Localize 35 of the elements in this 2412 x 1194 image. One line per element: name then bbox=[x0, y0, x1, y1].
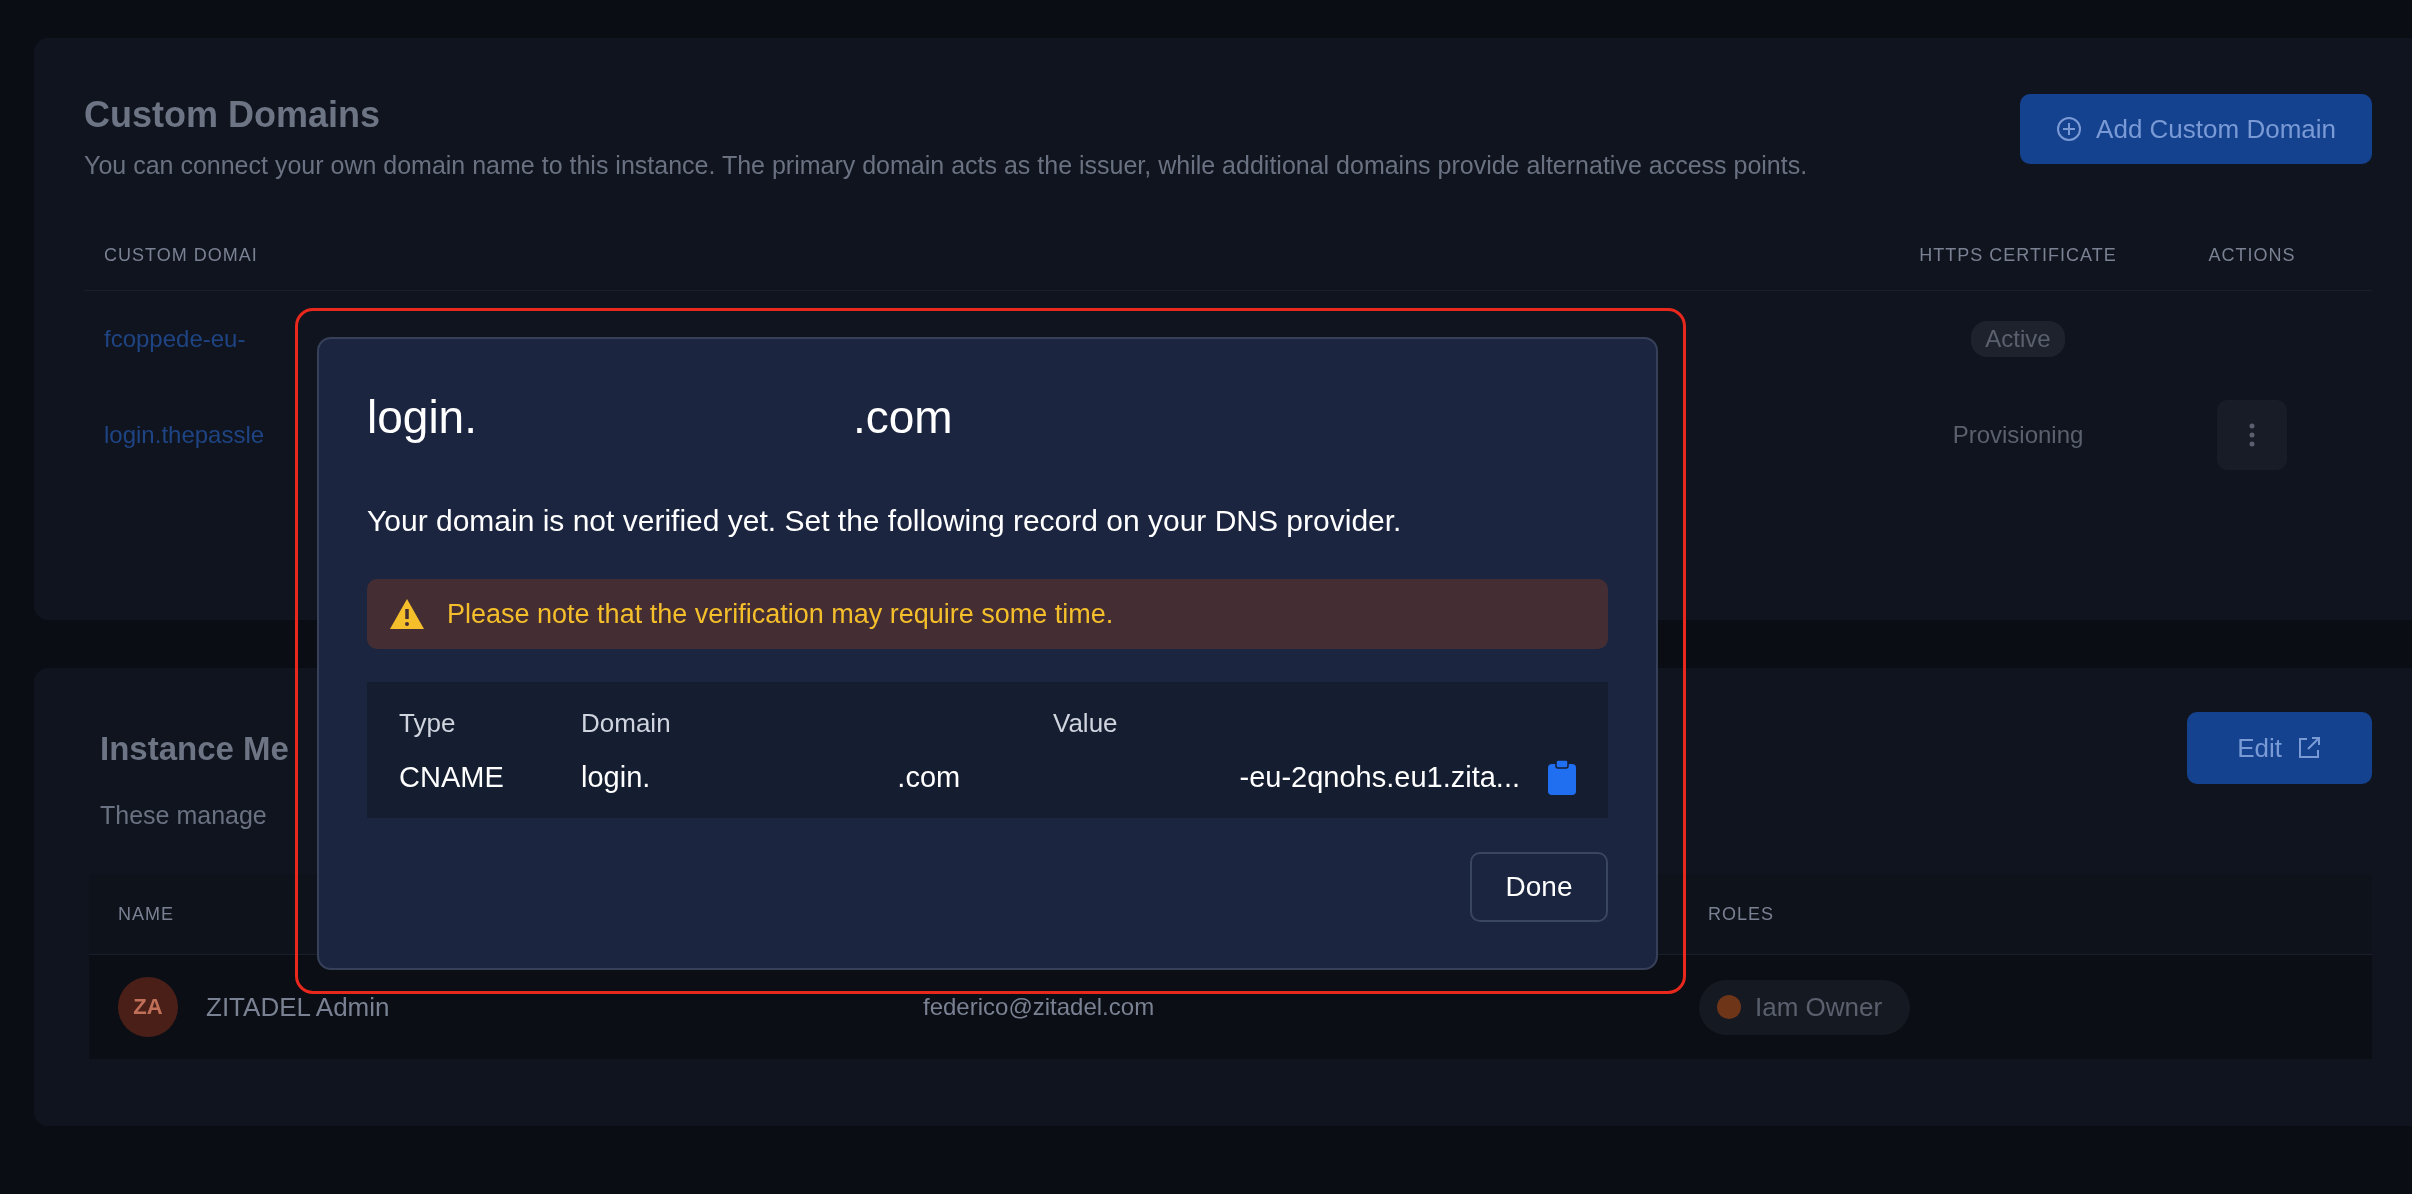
warning-text: Please note that the verification may require some time. bbox=[447, 598, 1114, 630]
kebab-icon bbox=[2249, 423, 2255, 447]
add-domain-button[interactable]: Add Custom Domain bbox=[2020, 94, 2372, 164]
role-dot-icon bbox=[1717, 995, 1741, 1019]
section-title: Instance Me bbox=[100, 730, 289, 768]
edit-icon bbox=[2296, 735, 2322, 761]
status-text: Provisioning bbox=[1952, 421, 2084, 449]
dialog-title: login. bbox=[367, 390, 477, 444]
column-header: Value bbox=[1053, 707, 1119, 739]
avatar: ZA bbox=[118, 977, 178, 1037]
column-header: ROLES bbox=[1708, 903, 1775, 925]
user-name: ZITADEL Admin bbox=[206, 991, 390, 1023]
role-label: Iam Owner bbox=[1755, 991, 1883, 1023]
done-button[interactable]: Done bbox=[1470, 852, 1608, 922]
section-description: You can connect your own domain name to this instance. The primary domain acts as the issuer, while additional domains provide alternative access points. bbox=[84, 150, 1809, 181]
user-email: federico@zitadel.com bbox=[923, 993, 1156, 1021]
column-header: CUSTOM DOMAI bbox=[104, 244, 258, 266]
record-value: -eu-2qnohs.eu1.zita... bbox=[1239, 760, 1520, 794]
clipboard-icon[interactable] bbox=[1548, 759, 1576, 795]
column-header: Type bbox=[399, 707, 457, 739]
dialog-title: .com bbox=[852, 390, 953, 444]
plus-icon bbox=[2056, 116, 2083, 142]
status-badge: Active bbox=[1971, 321, 2065, 357]
section-description: These manage bbox=[100, 800, 268, 831]
dialog-message: Your domain is not verified yet. Set the following record on your DNS provider. bbox=[367, 504, 1403, 538]
record-domain: .com bbox=[897, 760, 961, 794]
warning-icon bbox=[389, 598, 425, 630]
column-header: ACTIONS bbox=[2208, 244, 2296, 266]
edit-button[interactable]: Edit bbox=[2187, 712, 2372, 784]
record-type: CNAME bbox=[399, 760, 505, 794]
section-title: Custom Domains bbox=[84, 94, 381, 136]
column-header: HTTPS CERTIFICATE bbox=[1919, 244, 2117, 266]
record-domain: login. bbox=[581, 760, 651, 794]
column-header: NAME bbox=[118, 903, 174, 925]
column-header: Domain bbox=[581, 707, 672, 739]
